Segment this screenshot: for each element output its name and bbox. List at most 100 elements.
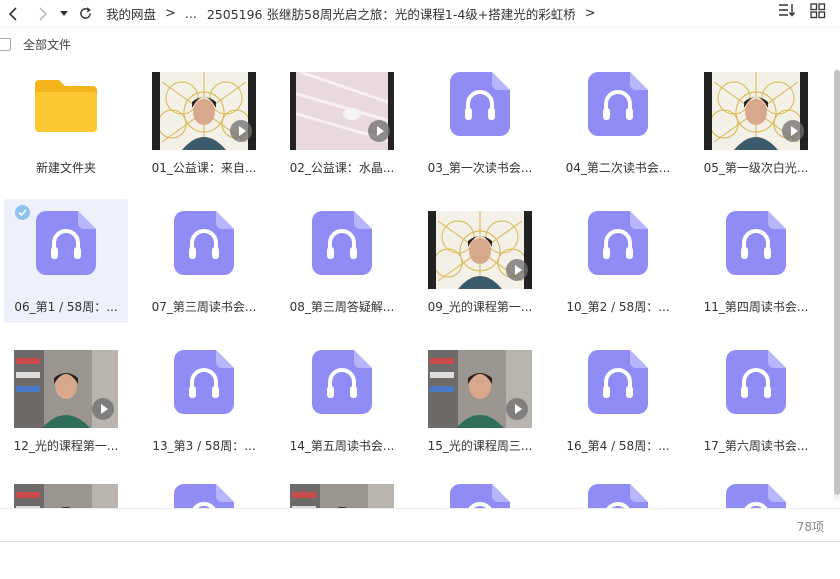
file-name-label: 12_光的课程第一... bbox=[13, 439, 119, 453]
video-thumbnail bbox=[290, 72, 394, 150]
select-all-label: 全部文件 bbox=[23, 37, 72, 52]
sort-button[interactable] bbox=[778, 2, 796, 20]
selected-check-icon[interactable] bbox=[15, 205, 30, 220]
audio-file-icon bbox=[726, 350, 786, 414]
audio-file-item[interactable] bbox=[556, 472, 680, 508]
chevron-left-icon bbox=[8, 6, 17, 21]
chevron-right-icon: > bbox=[584, 6, 596, 21]
back-button[interactable] bbox=[2, 3, 24, 25]
list-header: 全部文件 bbox=[0, 27, 840, 60]
audio-file-item[interactable]: 13_第3 / 58周：... bbox=[142, 338, 266, 462]
video-thumbnail bbox=[704, 72, 808, 150]
video-file-item[interactable]: 15_光的课程周三... bbox=[418, 338, 542, 462]
file-name-label: 03_第一次读书会... bbox=[427, 161, 533, 175]
audio-file-item[interactable]: 03_第一次读书会... bbox=[418, 60, 542, 184]
vertical-scrollbar[interactable] bbox=[832, 60, 840, 508]
scroll-thumb[interactable] bbox=[834, 70, 840, 495]
file-name-label: 15_光的课程周三... bbox=[427, 439, 533, 453]
audio-file-item[interactable]: 16_第4 / 58周：... bbox=[556, 338, 680, 462]
audio-file-icon bbox=[174, 350, 234, 414]
breadcrumb-current[interactable]: 2505196 张继肪58周光启之旅：光的课程1-4级+搭建光的彩虹桥 bbox=[207, 4, 576, 23]
select-all-checkbox[interactable] bbox=[0, 37, 11, 51]
video-file-item[interactable] bbox=[280, 472, 404, 508]
folder-item[interactable]: 新建文件夹 bbox=[4, 60, 128, 184]
video-thumbnail-image bbox=[14, 484, 118, 508]
video-thumbnail bbox=[14, 350, 118, 428]
breadcrumb-root[interactable]: 我的网盘 bbox=[106, 4, 156, 23]
play-icon[interactable] bbox=[230, 120, 252, 142]
file-name-label: 07_第三周读书会... bbox=[151, 300, 257, 314]
file-name-label: 01_公益课：来自... bbox=[151, 161, 257, 175]
grid-view-button[interactable] bbox=[810, 3, 826, 19]
video-thumbnail-image bbox=[290, 484, 394, 508]
video-thumbnail bbox=[14, 484, 118, 508]
audio-file-icon bbox=[174, 211, 234, 275]
play-icon[interactable] bbox=[92, 398, 114, 420]
video-file-item[interactable]: 01_公益课：来自... bbox=[142, 60, 266, 184]
play-icon[interactable] bbox=[506, 398, 528, 420]
file-name-label: 08_第三周答疑解... bbox=[289, 300, 395, 314]
file-name-label: 13_第3 / 58周：... bbox=[152, 439, 256, 453]
play-icon[interactable] bbox=[782, 120, 804, 142]
audio-file-icon bbox=[450, 72, 510, 136]
file-name-label: 新建文件夹 bbox=[35, 161, 96, 175]
audio-file-item[interactable]: 11_第四周读书会... bbox=[694, 199, 818, 323]
audio-file-item[interactable] bbox=[418, 472, 542, 508]
file-name-label: 10_第2 / 58周：... bbox=[566, 300, 670, 314]
file-name-label: 09_光的课程第一... bbox=[427, 300, 533, 314]
file-name-label: 05_第一级次白光... bbox=[703, 161, 809, 175]
caret-down-icon bbox=[60, 10, 68, 16]
file-name-label: 04_第二次读书会... bbox=[565, 161, 671, 175]
play-icon[interactable] bbox=[368, 120, 390, 142]
window-bottom bbox=[0, 542, 840, 579]
audio-file-icon bbox=[588, 484, 648, 508]
file-name-label: 17_第六周读书会... bbox=[703, 439, 809, 453]
file-name-label: 02_公益课：水晶... bbox=[289, 161, 395, 175]
video-thumbnail bbox=[428, 211, 532, 289]
audio-file-item[interactable]: 08_第三周答疑解... bbox=[280, 199, 404, 323]
video-thumbnail bbox=[290, 484, 394, 508]
audio-file-icon bbox=[36, 211, 96, 275]
video-file-item[interactable]: 09_光的课程第一... bbox=[418, 199, 542, 323]
file-name-label: 11_第四周读书会... bbox=[703, 300, 809, 314]
audio-file-item[interactable]: 07_第三周读书会... bbox=[142, 199, 266, 323]
video-file-item[interactable] bbox=[4, 472, 128, 508]
view-controls bbox=[778, 2, 826, 20]
chevron-right-icon bbox=[39, 6, 48, 21]
audio-file-icon bbox=[450, 484, 510, 508]
audio-file-item[interactable] bbox=[694, 472, 818, 508]
toolbar: 我的网盘 > ... 2505196 张继肪58周光启之旅：光的课程1-4级+搭… bbox=[0, 0, 840, 27]
video-thumbnail bbox=[152, 72, 256, 150]
forward-button[interactable] bbox=[32, 3, 54, 25]
file-name-label: 06_第1 / 58周：... bbox=[14, 300, 118, 314]
audio-file-item[interactable]: 17_第六周读书会... bbox=[694, 338, 818, 462]
breadcrumb-ellipsis[interactable]: ... bbox=[185, 6, 197, 21]
video-thumbnail bbox=[428, 350, 532, 428]
chevron-right-icon: > bbox=[165, 6, 176, 21]
breadcrumb: 我的网盘 > ... 2505196 张继肪58周光启之旅：光的课程1-4级+搭… bbox=[106, 4, 605, 23]
refresh-icon bbox=[79, 7, 91, 19]
audio-file-item[interactable] bbox=[142, 472, 266, 508]
audio-file-icon bbox=[588, 72, 648, 136]
folder-icon bbox=[35, 78, 97, 132]
file-grid: 新建文件夹 01_公益课：来自... 02_公益课：水晶... 03_第一次读书会..… bbox=[0, 60, 828, 508]
audio-file-icon bbox=[726, 211, 786, 275]
status-bar: 78项 bbox=[0, 508, 840, 542]
audio-file-item[interactable]: 10_第2 / 58周：... bbox=[556, 199, 680, 323]
audio-file-item[interactable]: 06_第1 / 58周：... bbox=[4, 199, 128, 323]
file-name-label: 16_第4 / 58周：... bbox=[566, 439, 670, 453]
refresh-button[interactable] bbox=[74, 3, 96, 25]
video-file-item[interactable]: 05_第一级次白光... bbox=[694, 60, 818, 184]
audio-file-icon bbox=[726, 484, 786, 508]
file-name-label: 14_第五周读书会... bbox=[289, 439, 395, 453]
audio-file-item[interactable]: 14_第五周读书会... bbox=[280, 338, 404, 462]
play-icon[interactable] bbox=[506, 259, 528, 281]
video-file-item[interactable]: 12_光的课程第一... bbox=[4, 338, 128, 462]
audio-file-item[interactable]: 04_第二次读书会... bbox=[556, 60, 680, 184]
audio-file-icon bbox=[312, 350, 372, 414]
audio-file-icon bbox=[174, 484, 234, 508]
grid-view-icon bbox=[810, 3, 826, 19]
video-file-item[interactable]: 02_公益课：水晶... bbox=[280, 60, 404, 184]
item-count: 78项 bbox=[796, 520, 824, 534]
history-dropdown-button[interactable] bbox=[56, 3, 72, 25]
